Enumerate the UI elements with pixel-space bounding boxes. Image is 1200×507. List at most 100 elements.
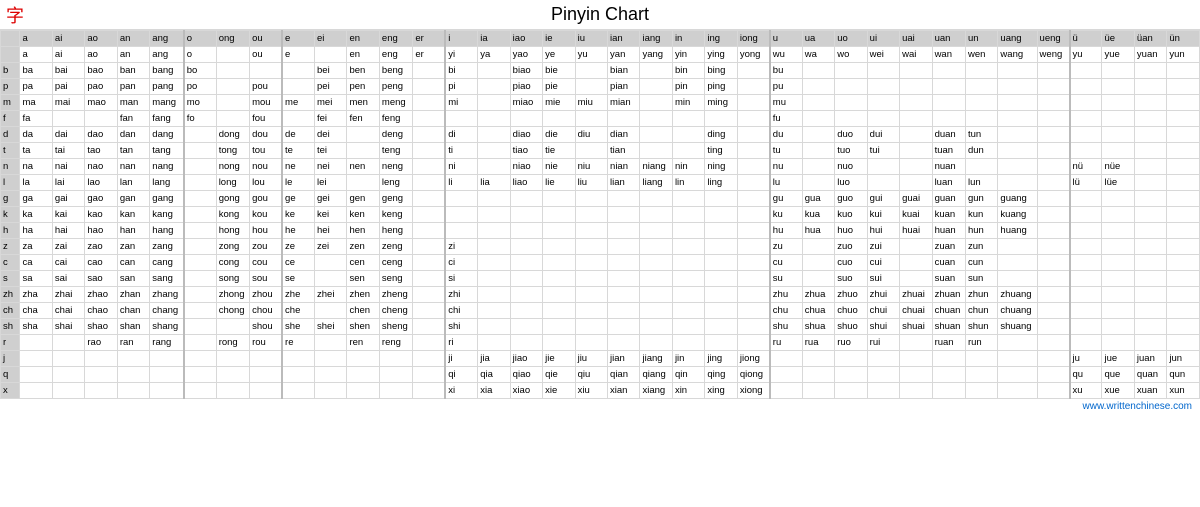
syllable-cell: pu	[770, 79, 802, 95]
syllable-cell: sui	[867, 271, 899, 287]
syllable-cell	[216, 111, 249, 127]
syllable-cell	[1102, 303, 1134, 319]
syllable-cell	[510, 255, 542, 271]
syllable-cell: shuang	[998, 319, 1037, 335]
syllable-cell: ca	[20, 255, 52, 271]
syllable-cell	[802, 111, 834, 127]
syllable-cell: die	[543, 127, 575, 143]
syllable-cell: qia	[478, 367, 510, 383]
syllable-cell: mian	[608, 95, 640, 111]
syllable-cell: tuo	[835, 143, 867, 159]
syllable-cell: o	[184, 47, 216, 63]
syllable-cell: sang	[150, 271, 184, 287]
syllable-cell	[184, 287, 216, 303]
syllable-cell: pa	[20, 79, 52, 95]
syllable-cell	[900, 95, 932, 111]
syllable-cell: ruan	[932, 335, 965, 351]
syllable-cell	[1037, 111, 1069, 127]
source-link[interactable]: www.writtenchinese.com	[1083, 401, 1192, 412]
syllable-cell: kuo	[835, 207, 867, 223]
syllable-cell: tei	[315, 143, 347, 159]
syllable-cell: pie	[543, 79, 575, 95]
syllable-cell	[835, 351, 867, 367]
syllable-cell: an	[117, 47, 149, 63]
syllable-cell	[478, 127, 510, 143]
syllable-cell	[835, 95, 867, 111]
syllable-cell	[932, 63, 965, 79]
syllable-cell: chuo	[835, 303, 867, 319]
syllable-cell	[1037, 159, 1069, 175]
syllable-cell: dong	[216, 127, 249, 143]
syllable-cell: zan	[117, 239, 149, 255]
syllable-cell: ju	[1070, 351, 1102, 367]
syllable-cell: nüe	[1102, 159, 1134, 175]
syllable-cell: zeng	[379, 239, 412, 255]
syllable-cell: xi	[445, 383, 477, 399]
syllable-cell: tian	[608, 143, 640, 159]
syllable-cell: gu	[770, 191, 802, 207]
syllable-cell: suo	[835, 271, 867, 287]
syllable-cell	[1037, 239, 1069, 255]
syllable-cell	[575, 63, 607, 79]
syllable-cell: tang	[150, 143, 184, 159]
syllable-cell: bie	[543, 63, 575, 79]
syllable-cell	[85, 383, 117, 399]
syllable-cell	[543, 287, 575, 303]
syllable-cell: san	[117, 271, 149, 287]
syllable-cell: chuan	[932, 303, 965, 319]
table-row: nnanainaonannangnongnouneneinennengninia…	[1, 159, 1200, 175]
syllable-cell	[250, 367, 282, 383]
syllable-cell	[1070, 223, 1102, 239]
syllable-cell	[998, 239, 1037, 255]
syllable-cell: xie	[543, 383, 575, 399]
header-final: ong	[216, 31, 249, 47]
syllable-cell	[932, 79, 965, 95]
syllable-cell	[315, 303, 347, 319]
syllable-cell	[1167, 95, 1200, 111]
syllable-cell: chun	[965, 303, 997, 319]
syllable-cell: ye	[543, 47, 575, 63]
syllable-cell	[1167, 143, 1200, 159]
syllable-cell: bian	[608, 63, 640, 79]
syllable-cell	[184, 207, 216, 223]
header-final: ou	[250, 31, 282, 47]
syllable-cell	[640, 319, 672, 335]
syllable-cell	[608, 191, 640, 207]
syllable-cell	[315, 383, 347, 399]
syllable-cell	[998, 335, 1037, 351]
syllable-cell	[575, 239, 607, 255]
syllable-cell: xing	[705, 383, 737, 399]
syllable-cell: cun	[965, 255, 997, 271]
syllable-cell: rui	[867, 335, 899, 351]
syllable-cell	[575, 223, 607, 239]
syllable-cell: eng	[379, 47, 412, 63]
syllable-cell: qiao	[510, 367, 542, 383]
syllable-cell: ze	[282, 239, 314, 255]
syllable-cell: zhu	[770, 287, 802, 303]
syllable-cell: che	[282, 303, 314, 319]
syllable-cell: liu	[575, 175, 607, 191]
syllable-cell	[20, 383, 52, 399]
syllable-cell: xian	[608, 383, 640, 399]
header-final: uo	[835, 31, 867, 47]
syllable-cell	[640, 79, 672, 95]
syllable-cell: niang	[640, 159, 672, 175]
syllable-cell	[478, 255, 510, 271]
syllable-cell	[802, 63, 834, 79]
syllable-cell	[672, 303, 704, 319]
syllable-cell: hei	[315, 223, 347, 239]
syllable-cell	[575, 287, 607, 303]
syllable-cell	[998, 111, 1037, 127]
syllable-cell	[575, 111, 607, 127]
syllable-cell	[737, 239, 769, 255]
syllable-cell: fen	[347, 111, 379, 127]
syllable-cell	[1070, 271, 1102, 287]
syllable-cell	[705, 191, 737, 207]
syllable-cell: chong	[216, 303, 249, 319]
syllable-cell: he	[282, 223, 314, 239]
syllable-cell	[216, 367, 249, 383]
syllable-cell	[705, 319, 737, 335]
syllable-cell	[1037, 79, 1069, 95]
syllable-cell	[1102, 271, 1134, 287]
syllable-cell	[1134, 143, 1166, 159]
